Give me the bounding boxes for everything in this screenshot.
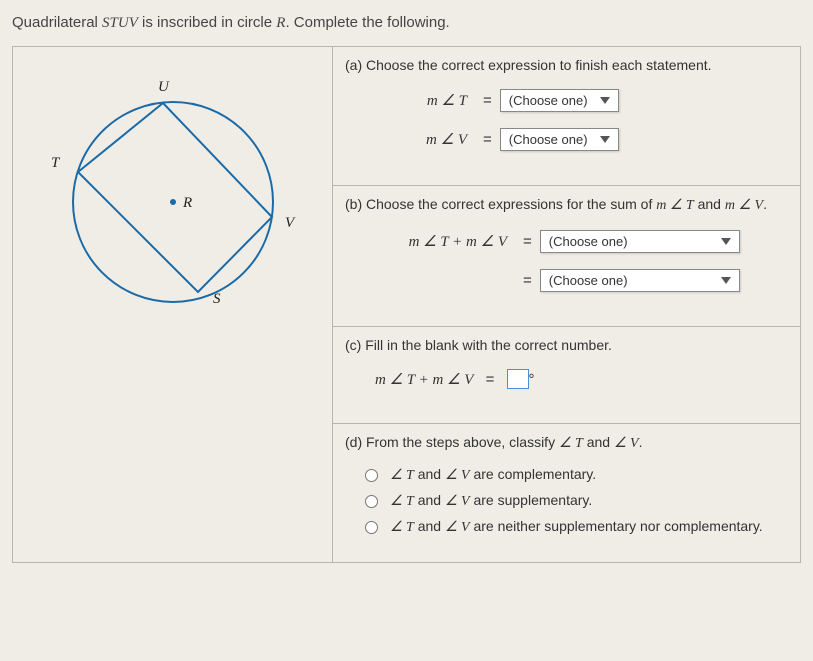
select-label: (Choose one) [509, 132, 588, 147]
chevron-down-icon [600, 97, 610, 104]
label-V: V [285, 215, 296, 231]
radio-input[interactable] [365, 521, 378, 534]
part-a-lhs-2: m ∠ V [375, 130, 475, 149]
part-c-lhs: m ∠ T + m ∠ V [375, 370, 473, 389]
questions-column: (a) Choose the correct expression to fin… [333, 47, 800, 562]
prompt-shape: STUV [102, 15, 138, 31]
radio-input[interactable] [365, 495, 378, 508]
equals-sign: = [515, 272, 540, 289]
chevron-down-icon [600, 136, 610, 143]
part-a-head: (a) Choose the correct expression to fin… [345, 57, 788, 73]
prompt-text-mid: is inscribed in circle [138, 14, 276, 31]
part-d-head-pre: (d) From the steps above, classify [345, 434, 559, 450]
part-a-select-2[interactable]: (Choose one) [500, 128, 619, 151]
label-R: R [182, 195, 192, 211]
part-b-exp2: m ∠ V [725, 198, 763, 213]
prompt-text-pre: Quadrilateral [12, 14, 102, 31]
part-b: (b) Choose the correct expressions for t… [333, 186, 800, 327]
part-d-head-mid: and [583, 434, 614, 450]
part-a-row-2: m ∠ V = (Choose one) [375, 128, 788, 151]
option-text: ∠ T and ∠ V are neither supplementary no… [390, 518, 763, 536]
problem-statement: Quadrilateral STUV is inscribed in circl… [12, 8, 801, 46]
part-d-option-2[interactable]: ∠ T and ∠ V are supplementary. [365, 492, 788, 510]
diagram-cell: T U V S R [13, 47, 333, 562]
label-S: S [213, 291, 221, 307]
label-T: T [51, 155, 61, 171]
degree-unit: ° [529, 371, 535, 388]
radio-input[interactable] [365, 469, 378, 482]
part-d-head: (d) From the steps above, classify ∠ T a… [345, 434, 788, 452]
label-U: U [158, 79, 170, 95]
part-b-lhs: m ∠ T + m ∠ V [375, 232, 515, 251]
equals-sign: = [515, 233, 540, 250]
option-text: ∠ T and ∠ V are complementary. [390, 466, 596, 484]
equals-sign: = [475, 92, 500, 109]
part-b-select-1[interactable]: (Choose one) [540, 230, 740, 253]
prompt-text-post: . Complete the following. [285, 14, 449, 31]
part-b-head-pre: (b) Choose the correct expressions for t… [345, 196, 656, 212]
part-a-row-1: m ∠ T = (Choose one) [375, 89, 788, 112]
equals-sign: = [475, 131, 500, 148]
chevron-down-icon [721, 277, 731, 284]
chevron-down-icon [721, 238, 731, 245]
part-b-head: (b) Choose the correct expressions for t… [345, 196, 788, 214]
part-b-head-mid: and [694, 196, 725, 212]
part-c: (c) Fill in the blank with the correct n… [333, 327, 800, 424]
option-text: ∠ T and ∠ V are supplementary. [390, 492, 592, 510]
circle-diagram: T U V S R [23, 67, 323, 347]
select-label: (Choose one) [549, 273, 628, 288]
part-d-a1: ∠ T [559, 436, 583, 451]
part-b-row-1: m ∠ T + m ∠ V = (Choose one) [375, 230, 788, 253]
select-label: (Choose one) [509, 93, 588, 108]
part-b-head-post: . [763, 196, 767, 212]
part-d-a2: ∠ V [614, 436, 639, 451]
part-b-select-2[interactable]: (Choose one) [540, 269, 740, 292]
select-label: (Choose one) [549, 234, 628, 249]
part-b-row-2: = (Choose one) [375, 269, 788, 292]
part-d-option-3[interactable]: ∠ T and ∠ V are neither supplementary no… [365, 518, 788, 536]
part-c-row: m ∠ T + m ∠ V = ° [375, 369, 788, 389]
part-a-select-1[interactable]: (Choose one) [500, 89, 619, 112]
part-c-head: (c) Fill in the blank with the correct n… [345, 337, 788, 353]
part-a-lhs-1: m ∠ T [375, 91, 475, 110]
part-d-head-post: . [639, 434, 643, 450]
part-d-option-1[interactable]: ∠ T and ∠ V are complementary. [365, 466, 788, 484]
content-table: T U V S R (a) Choose the correct express… [12, 46, 801, 563]
equals-sign: = [473, 371, 506, 388]
part-b-exp1: m ∠ T [656, 198, 693, 213]
part-d: (d) From the steps above, classify ∠ T a… [333, 424, 800, 562]
part-a: (a) Choose the correct expression to fin… [333, 47, 800, 186]
part-c-input[interactable] [507, 369, 529, 389]
